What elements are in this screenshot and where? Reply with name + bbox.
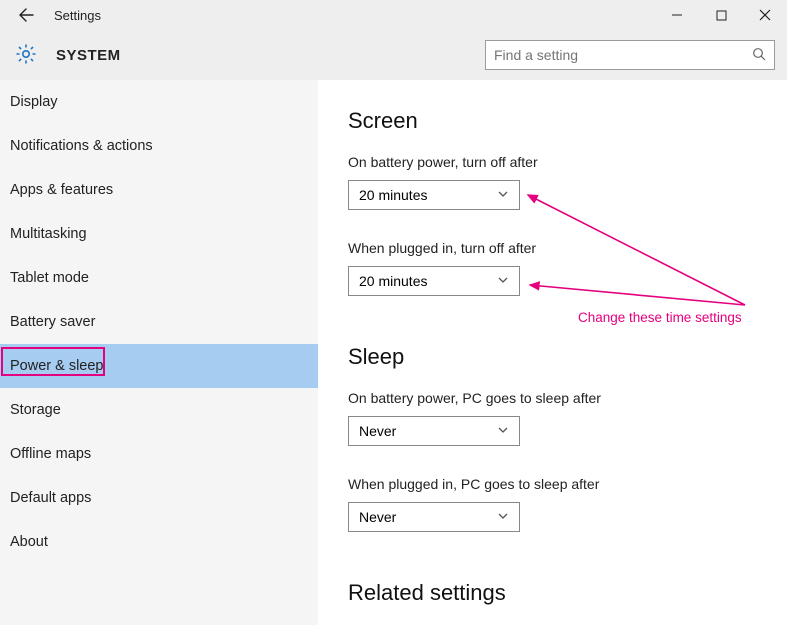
- sidebar-item-label: Notifications & actions: [10, 138, 153, 154]
- sleep-heading: Sleep: [348, 344, 787, 370]
- sleep-battery-dropdown[interactable]: Never: [348, 416, 520, 446]
- sidebar-item-label: Display: [10, 94, 58, 110]
- titlebar: Settings: [0, 0, 787, 30]
- sidebar-item-display[interactable]: Display: [0, 80, 318, 124]
- screen-plugged-dropdown[interactable]: 20 minutes: [348, 266, 520, 296]
- sidebar: Display Notifications & actions Apps & f…: [0, 80, 318, 625]
- window-title: Settings: [54, 8, 101, 23]
- chevron-down-icon: [497, 273, 509, 289]
- chevron-down-icon: [497, 509, 509, 525]
- search-box[interactable]: [485, 40, 775, 70]
- sidebar-item-label: Offline maps: [10, 446, 91, 462]
- related-heading: Related settings: [348, 580, 787, 606]
- close-button[interactable]: [743, 0, 787, 30]
- minimize-button[interactable]: [655, 0, 699, 30]
- sidebar-item-apps[interactable]: Apps & features: [0, 168, 318, 212]
- sidebar-item-label: Default apps: [10, 490, 91, 506]
- screen-plugged-label: When plugged in, turn off after: [348, 240, 787, 256]
- sidebar-item-storage[interactable]: Storage: [0, 388, 318, 432]
- back-arrow-icon: [18, 7, 34, 23]
- dropdown-value: Never: [359, 509, 497, 525]
- search-input[interactable]: [494, 47, 752, 63]
- gear-icon: [14, 42, 38, 69]
- dropdown-value: 20 minutes: [359, 187, 497, 203]
- maximize-icon: [716, 10, 727, 21]
- page-title: SYSTEM: [56, 47, 121, 64]
- minimize-icon: [671, 9, 683, 21]
- sleep-plugged-dropdown[interactable]: Never: [348, 502, 520, 532]
- sidebar-item-power-sleep[interactable]: Power & sleep: [0, 344, 318, 388]
- sidebar-item-notifications[interactable]: Notifications & actions: [0, 124, 318, 168]
- maximize-button[interactable]: [699, 0, 743, 30]
- sidebar-item-tablet-mode[interactable]: Tablet mode: [0, 256, 318, 300]
- dropdown-value: 20 minutes: [359, 273, 497, 289]
- screen-battery-dropdown[interactable]: 20 minutes: [348, 180, 520, 210]
- sleep-battery-label: On battery power, PC goes to sleep after: [348, 390, 787, 406]
- sidebar-item-multitasking[interactable]: Multitasking: [0, 212, 318, 256]
- sidebar-item-label: Battery saver: [10, 314, 95, 330]
- sleep-plugged-label: When plugged in, PC goes to sleep after: [348, 476, 787, 492]
- sidebar-item-about[interactable]: About: [0, 520, 318, 564]
- dropdown-value: Never: [359, 423, 497, 439]
- chevron-down-icon: [497, 423, 509, 439]
- back-button[interactable]: [12, 1, 40, 29]
- close-icon: [759, 9, 771, 21]
- sidebar-item-label: Apps & features: [10, 182, 113, 198]
- sidebar-item-label: About: [10, 534, 48, 550]
- sidebar-item-default-apps[interactable]: Default apps: [0, 476, 318, 520]
- content-pane: Screen On battery power, turn off after …: [318, 80, 787, 625]
- annotation-text: Change these time settings: [578, 310, 742, 325]
- screen-battery-label: On battery power, turn off after: [348, 154, 787, 170]
- sidebar-item-label: Multitasking: [10, 226, 87, 242]
- chevron-down-icon: [497, 187, 509, 203]
- search-icon: [752, 47, 766, 64]
- sidebar-item-label: Power & sleep: [10, 358, 104, 374]
- screen-heading: Screen: [348, 108, 787, 134]
- sidebar-item-label: Storage: [10, 402, 61, 418]
- sidebar-item-label: Tablet mode: [10, 270, 89, 286]
- sidebar-item-battery-saver[interactable]: Battery saver: [0, 300, 318, 344]
- sidebar-item-offline-maps[interactable]: Offline maps: [0, 432, 318, 476]
- header: SYSTEM: [0, 30, 787, 80]
